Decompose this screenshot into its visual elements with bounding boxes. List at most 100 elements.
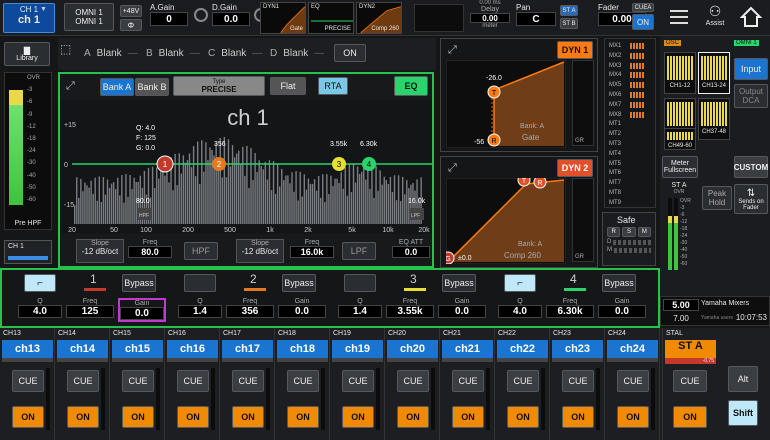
hpf-freq[interactable]: Freq 80.0 xyxy=(128,239,172,263)
channel-strip[interactable]: CH16 ch16 CUE ON xyxy=(165,328,220,440)
strip-name[interactable]: ch18 xyxy=(277,340,328,358)
band1-q[interactable]: Q 4.0 xyxy=(18,298,62,322)
strip-name[interactable]: ch16 xyxy=(167,340,218,358)
strip-on-button[interactable]: ON xyxy=(397,406,429,428)
phase-button[interactable]: Φ xyxy=(120,19,142,31)
input-button[interactable]: Input xyxy=(734,58,768,80)
strip-name[interactable]: ch20 xyxy=(387,340,438,358)
flat-button[interactable]: Flat xyxy=(270,77,306,95)
input-patch-button[interactable]: OMNI 1 OMNI 1 xyxy=(64,3,114,31)
mix-send-row[interactable]: MX2 xyxy=(609,52,653,60)
band3-shape-button[interactable] xyxy=(344,274,376,292)
mix-send-row[interactable]: MX4 xyxy=(609,71,653,79)
hpf-slope[interactable]: Slope -12 dB/oct xyxy=(76,239,124,263)
bank-b-button[interactable]: Bank B xyxy=(135,78,169,96)
strip-name[interactable]: ch17 xyxy=(222,340,273,358)
strip-cue-button[interactable]: CUE xyxy=(122,370,154,392)
st-b-button[interactable]: ST B xyxy=(560,18,578,29)
strip-on-button[interactable]: ON xyxy=(232,406,264,428)
dyn2-button[interactable]: DYN 2 xyxy=(557,159,593,177)
strip-cue-button[interactable]: CUE xyxy=(177,370,209,392)
band4-gain[interactable]: Gain 0.0 xyxy=(598,298,646,322)
safe-button-s[interactable]: S xyxy=(622,227,636,237)
channel-strip[interactable]: CH21 ch21 CUE ON xyxy=(440,328,495,440)
mix-send-row[interactable]: MX7 xyxy=(609,101,653,109)
band3-q[interactable]: Q 1.4 xyxy=(338,298,382,322)
dyn2-thumbnail[interactable]: DYN2 Comp 260 xyxy=(356,2,402,34)
channel-strip[interactable]: CH15 ch15 CUE ON xyxy=(110,328,165,440)
strip-on-button[interactable]: ON xyxy=(562,406,594,428)
strip-name[interactable]: ch15 xyxy=(112,340,163,358)
dyn2-graph[interactable]: T R G ±0.0 Bank: A Comp 260 xyxy=(446,178,566,264)
bank-tile-1[interactable]: CH1-12 xyxy=(664,52,696,94)
mix-send-row[interactable]: MX8 xyxy=(609,111,653,119)
strip-on-button[interactable]: ON xyxy=(452,406,484,428)
home-icon[interactable] xyxy=(739,6,763,28)
rta-button[interactable]: RTA xyxy=(318,77,348,95)
strip-cue-button[interactable]: CUE xyxy=(562,370,594,392)
channel-strip[interactable]: CH19 ch19 CUE ON xyxy=(330,328,385,440)
strip-name[interactable]: ch13 xyxy=(2,340,53,358)
dyn1-button[interactable]: DYN 1 xyxy=(557,41,593,59)
strip-cue-button[interactable]: CUE xyxy=(12,370,44,392)
strip-cue-button[interactable]: CUE xyxy=(617,370,649,392)
bank-tile-4[interactable]: CH37-48 xyxy=(698,98,730,140)
channel-strip[interactable]: CH23 ch23 CUE ON xyxy=(550,328,605,440)
channel-strip[interactable]: CH18 ch18 CUE ON xyxy=(275,328,330,440)
peak-hold-button[interactable]: Peak Hold xyxy=(702,186,732,210)
mix-send-row[interactable]: MX5 xyxy=(609,81,653,89)
safe-button-m[interactable]: M xyxy=(637,227,651,237)
channel-strip[interactable]: CH13 ch13 CUE ON xyxy=(0,328,55,440)
mix-send-row[interactable]: MT6 xyxy=(609,169,653,177)
eq-graph[interactable]: ch 1 Q: 4.0 F: 125 G: 0.0 356 3.55k 6.30… xyxy=(62,100,432,234)
band2-bypass-button[interactable]: Bypass xyxy=(282,274,316,292)
insert-slot-d[interactable]: D Blank — xyxy=(270,44,328,62)
mix-send-row[interactable]: MT4 xyxy=(609,150,653,158)
library-button[interactable]: ▇ Library xyxy=(4,42,50,66)
eq-thumbnail[interactable]: EQ PRECISE xyxy=(308,2,354,34)
insert-slot-a[interactable]: A Blank — xyxy=(84,44,142,62)
band4-freq[interactable]: Freq 6.30k xyxy=(546,298,594,322)
menu-icon[interactable] xyxy=(670,10,688,24)
strip-name[interactable]: ch24 xyxy=(607,340,658,358)
top-on-button[interactable]: ON xyxy=(632,14,654,30)
expand-icon[interactable]: ⬚ xyxy=(60,42,82,62)
pan[interactable]: Pan C xyxy=(516,3,556,31)
strip-cue-button[interactable]: CUE xyxy=(507,370,539,392)
mix-send-row[interactable]: MT3 xyxy=(609,140,653,148)
assist-button[interactable]: ⚇ Assist xyxy=(700,3,730,33)
mix-send-row[interactable]: MT5 xyxy=(609,160,653,168)
insert-on-button[interactable]: ON xyxy=(334,44,366,62)
band4-q[interactable]: Q 4.0 xyxy=(498,298,542,322)
strip-on-button[interactable]: ON xyxy=(177,406,209,428)
strip-cue-button[interactable]: CUE xyxy=(67,370,99,392)
insert-slot-b[interactable]: B Blank — xyxy=(146,44,204,62)
band4-shape-button[interactable]: ⌐ xyxy=(504,274,536,292)
strip-cue-button[interactable]: CUE xyxy=(342,370,374,392)
safe-button-r[interactable]: R xyxy=(607,227,621,237)
bank-tile-5[interactable]: CH49-60 xyxy=(664,128,696,150)
channel-strip[interactable]: CH14 ch14 CUE ON xyxy=(55,328,110,440)
safe-panel[interactable]: Safe RSM DM xyxy=(602,212,656,266)
delay[interactable]: 0.00 ms Delay 0.00 meter xyxy=(470,0,510,34)
lpf-slope[interactable]: Slope -12 dB/oct xyxy=(236,239,284,263)
band1-gain[interactable]: Gain 0.0 xyxy=(118,298,166,322)
band4-bypass-button[interactable]: Bypass xyxy=(602,274,636,292)
dyn1-graph[interactable]: T R -26.0 -56 Bank: A Gate xyxy=(446,60,566,148)
strip-name[interactable]: ch23 xyxy=(552,340,603,358)
band1-bypass-button[interactable]: Bypass xyxy=(122,274,156,292)
strip-name[interactable]: ch22 xyxy=(497,340,548,358)
band1-shape-button[interactable]: ⌐ xyxy=(24,274,56,292)
strip-on-button[interactable]: ON xyxy=(287,406,319,428)
stal-on-button[interactable]: ON xyxy=(673,406,707,428)
dyn2-expand-icon[interactable]: ⤢ xyxy=(448,162,457,175)
channel-strip[interactable]: CH22 ch22 CUE ON xyxy=(495,328,550,440)
bank-a-button[interactable]: Bank A xyxy=(100,78,134,96)
strip-on-button[interactable]: ON xyxy=(507,406,539,428)
band3-freq[interactable]: Freq 3.55k xyxy=(386,298,434,322)
mix-send-row[interactable]: MX1 xyxy=(609,42,653,50)
channel-strip[interactable]: CH20 ch20 CUE ON xyxy=(385,328,440,440)
bank-tile-2[interactable]: CH13-24 xyxy=(698,52,730,94)
safe-row[interactable]: M xyxy=(607,247,651,253)
strip-on-button[interactable]: ON xyxy=(12,406,44,428)
